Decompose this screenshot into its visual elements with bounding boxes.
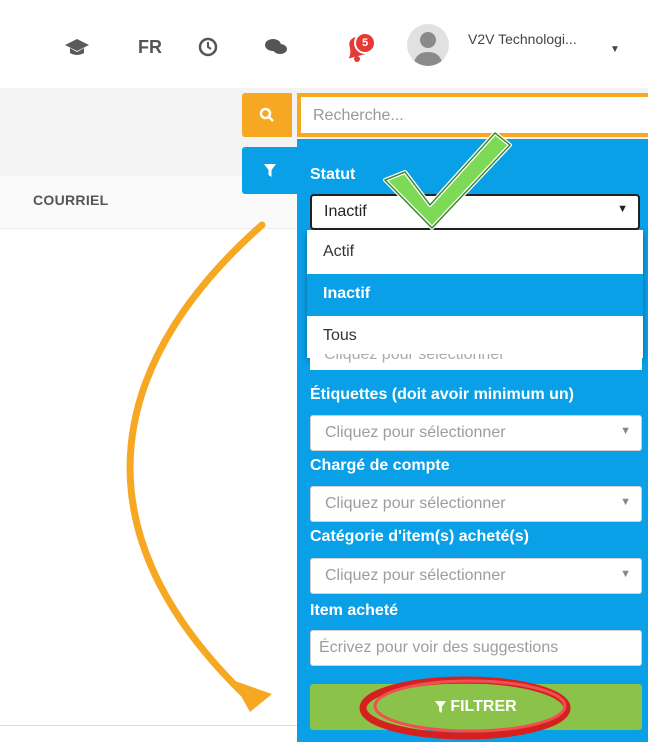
charge-compte-label: Chargé de compte	[310, 457, 450, 474]
statut-option-tous[interactable]: Tous	[307, 316, 643, 358]
chat-icon[interactable]	[260, 28, 292, 66]
clock-icon[interactable]	[193, 28, 223, 66]
divider	[0, 725, 300, 726]
avatar[interactable]	[407, 24, 449, 66]
etiquettes-select[interactable]: Cliquez pour sélectionner ▼	[310, 415, 642, 451]
select-caret-icon: ▼	[620, 568, 631, 580]
filter-icon	[264, 163, 276, 177]
filter-toggle-tab[interactable]	[242, 147, 298, 194]
filter-icon	[435, 700, 447, 713]
statut-option-inactif[interactable]: Inactif	[307, 274, 643, 316]
item-achete-input[interactable]: Écrivez pour voir des suggestions	[310, 630, 642, 666]
user-name[interactable]: V2V Technologi...	[468, 31, 577, 47]
charge-compte-select[interactable]: Cliquez pour sélectionner ▼	[310, 486, 642, 522]
etiquettes-label: Étiquettes (doit avoir minimum un)	[310, 386, 575, 403]
search-icon	[259, 107, 274, 122]
statut-option-actif[interactable]: Actif	[307, 232, 643, 274]
language-switch[interactable]: FR	[130, 28, 170, 66]
bell-icon[interactable]: 5	[338, 28, 376, 66]
partially-hidden-select[interactable]: Cliquez pour sélectionner	[310, 354, 642, 370]
statut-select[interactable]: Inactif ▼	[310, 194, 640, 230]
select-caret-icon: ▼	[617, 203, 628, 215]
notification-badge: 5	[354, 32, 376, 54]
select-caret-icon: ▼	[620, 425, 631, 437]
search-button[interactable]	[242, 93, 292, 137]
graduation-cap-icon[interactable]	[62, 28, 92, 66]
categorie-label: Catégorie d'item(s) acheté(s)	[310, 528, 529, 545]
statut-label: Statut	[310, 166, 356, 183]
categorie-select[interactable]: Cliquez pour sélectionner ▼	[310, 558, 642, 594]
filter-submit-button[interactable]: FILTRER	[310, 684, 642, 730]
annotation-arrow	[126, 221, 272, 712]
statut-selected-value: Inactif	[324, 203, 367, 220]
statut-dropdown: Actif Inactif Tous	[307, 230, 643, 358]
column-header-courriel[interactable]: COURRIEL	[33, 192, 109, 208]
caret-down-icon[interactable]: ▼	[610, 44, 620, 55]
item-achete-label: Item acheté	[310, 602, 399, 619]
search-input[interactable]: Recherche...	[297, 93, 648, 137]
select-caret-icon: ▼	[620, 496, 631, 508]
